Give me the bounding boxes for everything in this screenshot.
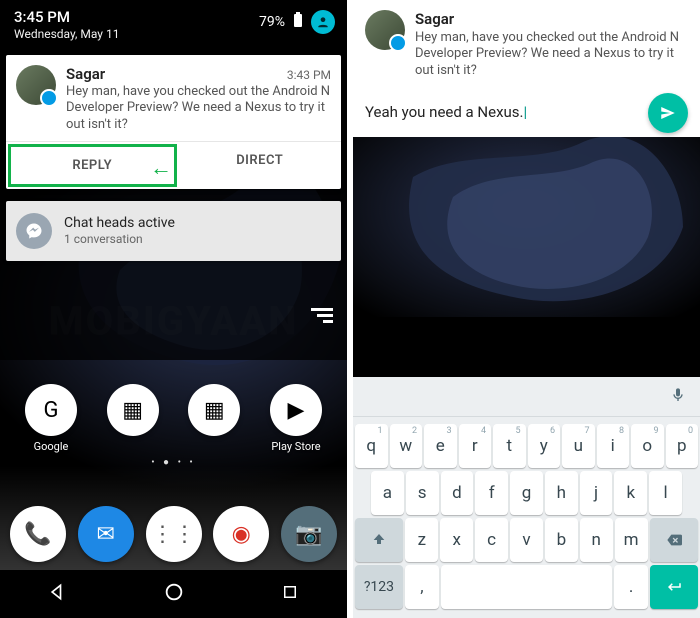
inline-reply-panel: Sagar Hey man, have you checked out the …: [353, 0, 700, 137]
period-key[interactable]: .: [614, 565, 648, 609]
chatheads-title: Chat heads active: [64, 215, 175, 231]
dock-messenger-icon[interactable]: ✉: [78, 506, 134, 562]
home-screen-row: G Google ▦ ▦ ▶ Play Store: [0, 384, 347, 454]
comma-key[interactable]: ,: [405, 565, 439, 609]
sender-avatar: [16, 65, 56, 105]
key-v[interactable]: v: [510, 518, 543, 562]
key-m[interactable]: m: [615, 518, 648, 562]
dock-phone-icon[interactable]: 📞: [10, 506, 66, 562]
nav-bar: [0, 570, 347, 618]
message-notification-card[interactable]: Sagar 3:43 PM Hey man, have you checked …: [6, 55, 341, 189]
battery-icon: [293, 12, 303, 32]
app-folder-icon[interactable]: ▦: [179, 384, 249, 454]
key-p[interactable]: p0: [666, 424, 699, 468]
shift-key[interactable]: [355, 518, 403, 562]
google-icon: G: [25, 384, 77, 436]
key-h[interactable]: h: [545, 471, 578, 515]
recents-button[interactable]: [281, 583, 299, 605]
key-q[interactable]: q1: [355, 424, 388, 468]
back-button[interactable]: [48, 582, 68, 606]
notification-settings-icon[interactable]: [311, 308, 333, 328]
notification-message: Hey man, have you checked out the Androi…: [66, 84, 331, 133]
key-e[interactable]: e3: [424, 424, 457, 468]
direct-button[interactable]: DIRECT: [179, 142, 342, 189]
dock-app-drawer-icon[interactable]: ⋮⋮: [146, 506, 202, 562]
key-u[interactable]: u7: [562, 424, 595, 468]
key-k[interactable]: k: [614, 471, 647, 515]
sender-name: Sagar: [66, 65, 105, 83]
app-folder-icon[interactable]: ▦: [98, 384, 168, 454]
key-r[interactable]: r4: [459, 424, 492, 468]
key-b[interactable]: b: [545, 518, 578, 562]
play-store-icon: ▶: [270, 384, 322, 436]
backspace-key[interactable]: [650, 518, 698, 562]
enter-key[interactable]: [650, 565, 698, 609]
phone-icon: 📞: [10, 506, 66, 562]
battery-percentage: 79%: [259, 14, 285, 30]
reply-input[interactable]: Yeah you need a Nexus.|: [365, 103, 640, 123]
key-o[interactable]: o9: [631, 424, 664, 468]
keyboard: q1w2e3r4t5y6u7i8o9p0 asdfghjkl zxcvbnm ?…: [353, 377, 700, 618]
send-button[interactable]: [648, 93, 688, 133]
voice-input-icon[interactable]: [670, 385, 686, 409]
dock-camera-icon[interactable]: 📷: [281, 506, 337, 562]
app-label: Play Store: [271, 440, 320, 453]
key-j[interactable]: j: [580, 471, 613, 515]
reply-input-text: Yeah you need a Nexus.: [365, 103, 523, 121]
key-a[interactable]: a: [371, 471, 404, 515]
app-play-store-icon[interactable]: ▶ Play Store: [261, 384, 331, 454]
key-l[interactable]: l: [649, 471, 682, 515]
callout-arrow-icon: ←: [150, 155, 172, 181]
chatheads-notification-card[interactable]: Chat heads active 1 conversation: [6, 201, 341, 261]
folder-icon: ▦: [107, 384, 159, 436]
dock-row: 📞✉⋮⋮◉📷: [0, 506, 347, 562]
notification-message: Hey man, have you checked out the Androi…: [415, 30, 688, 79]
key-w[interactable]: w2: [390, 424, 423, 468]
folder-icon: ▦: [188, 384, 240, 436]
dock-chrome-icon[interactable]: ◉: [213, 506, 269, 562]
home-button[interactable]: [163, 581, 185, 607]
app-drawer-icon: ⋮⋮: [146, 506, 202, 562]
key-x[interactable]: x: [440, 518, 473, 562]
key-i[interactable]: i8: [597, 424, 630, 468]
key-s[interactable]: s: [406, 471, 439, 515]
key-t[interactable]: t5: [493, 424, 526, 468]
user-avatar-icon[interactable]: [311, 10, 335, 34]
app-google-icon[interactable]: G Google: [16, 384, 86, 454]
key-y[interactable]: y6: [528, 424, 561, 468]
key-c[interactable]: c: [475, 518, 508, 562]
wallpaper: [353, 137, 700, 317]
messenger-icon: [16, 213, 52, 249]
camera-icon: 📷: [281, 506, 337, 562]
messenger-icon: ✉: [78, 506, 134, 562]
notification-actions: REPLY DIRECT: [6, 141, 341, 189]
key-f[interactable]: f: [475, 471, 508, 515]
app-label: Google: [34, 440, 69, 453]
key-g[interactable]: g: [510, 471, 543, 515]
symbols-key[interactable]: ?123: [355, 565, 403, 609]
notification-time: 3:43 PM: [287, 68, 331, 82]
key-n[interactable]: n: [580, 518, 613, 562]
status-header: 3:45 PM Wednesday, May 11 79%: [0, 0, 347, 51]
left-screenshot: MOBIGYAAN 3:45 PM Wednesday, May 11 79%: [0, 0, 347, 618]
sender-avatar: [365, 10, 405, 50]
sender-name: Sagar: [415, 10, 688, 28]
key-d[interactable]: d: [441, 471, 474, 515]
chatheads-subtitle: 1 conversation: [64, 232, 175, 246]
space-key[interactable]: [441, 565, 612, 609]
key-z[interactable]: z: [405, 518, 438, 562]
right-screenshot: Sagar Hey man, have you checked out the …: [353, 0, 700, 618]
suggestion-bar: [353, 377, 700, 417]
chrome-icon: ◉: [213, 506, 269, 562]
